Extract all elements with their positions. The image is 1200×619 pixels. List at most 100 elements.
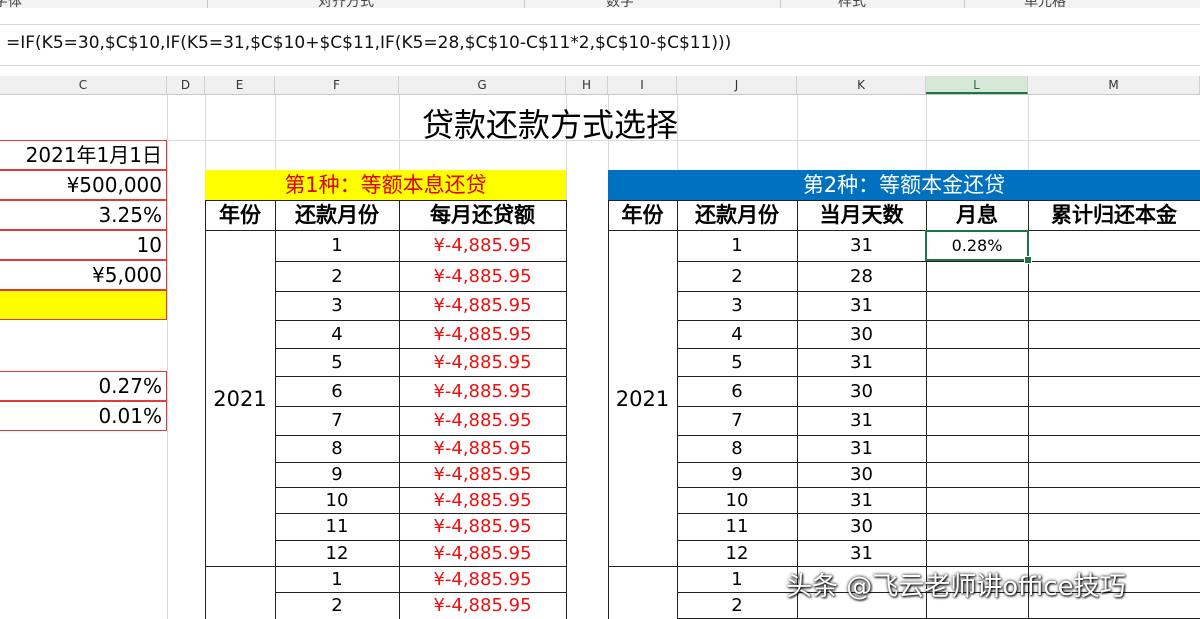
table2-days-cell[interactable]: 31 bbox=[797, 436, 926, 462]
table2-month-cell[interactable]: 5 bbox=[677, 349, 797, 376]
table1-amount-cell[interactable]: ¥-4,885.95 bbox=[399, 321, 566, 348]
table2-days-cell[interactable]: 31 bbox=[797, 231, 926, 261]
column-header-l[interactable]: L bbox=[926, 76, 1028, 94]
table2-days-cell[interactable]: 31 bbox=[797, 349, 926, 376]
table2-year-divider bbox=[608, 566, 677, 567]
table1-month-cell[interactable]: 9 bbox=[275, 463, 399, 487]
table2-days-cell[interactable]: 30 bbox=[797, 377, 926, 406]
column-header-e[interactable]: E bbox=[205, 76, 275, 94]
table2-days-cell[interactable]: 30 bbox=[797, 321, 926, 348]
formula-text[interactable]: =IF(K5=30,$C$10,IF(K5=31,$C$10+$C$11,IF(… bbox=[6, 33, 731, 53]
table1-amount-cell[interactable]: ¥-4,885.95 bbox=[399, 463, 566, 487]
table1-month-cell[interactable]: 1 bbox=[275, 567, 399, 592]
table2-header-year: 年份 bbox=[621, 203, 664, 227]
table1-month-cell[interactable]: 2 bbox=[275, 593, 399, 618]
table2-header-interest: 月息 bbox=[956, 203, 998, 227]
table1-month-cell[interactable]: 7 bbox=[275, 407, 399, 435]
column-header-m[interactable]: M bbox=[1028, 76, 1200, 94]
table2-month-cell[interactable]: 1 bbox=[677, 231, 797, 261]
table2-year-cell[interactable]: 2021 bbox=[608, 387, 677, 411]
ribbon-group-font[interactable]: 字体 bbox=[0, 0, 22, 8]
table1-amount-cell[interactable]: ¥-4,885.95 bbox=[399, 349, 566, 376]
table2-month-cell[interactable]: 12 bbox=[677, 541, 797, 566]
table2-month-cell[interactable]: 1 bbox=[677, 567, 797, 592]
ribbon-group-alignment[interactable]: 对齐方式 bbox=[318, 0, 374, 8]
table1-amount-cell[interactable]: ¥-4,885.95 bbox=[399, 292, 566, 320]
param-diff-interest[interactable]: 0.01% bbox=[0, 401, 167, 431]
table2-days-cell[interactable]: 30 bbox=[797, 514, 926, 540]
table1-month-cell[interactable]: 3 bbox=[275, 292, 399, 320]
table2-month-cell[interactable]: 6 bbox=[677, 377, 797, 406]
table2-col-line bbox=[797, 321, 798, 348]
table2-col-line bbox=[797, 541, 798, 566]
table1-month-cell[interactable]: 8 bbox=[275, 436, 399, 462]
table1-month-cell[interactable]: 1 bbox=[275, 231, 399, 261]
table2-days-cell[interactable]: 28 bbox=[797, 262, 926, 291]
column-header-f[interactable]: F bbox=[275, 76, 399, 94]
table2-days-cell[interactable]: 31 bbox=[797, 292, 926, 320]
table1-month-cell[interactable]: 2 bbox=[275, 262, 399, 291]
table2-col-line bbox=[1028, 463, 1029, 487]
table2-month-cell[interactable]: 9 bbox=[677, 463, 797, 487]
param-daily-interest[interactable]: 0.27% bbox=[0, 371, 167, 401]
ribbon-group-styles[interactable]: 样式 bbox=[838, 0, 866, 8]
table1-amount-cell[interactable]: ¥-4,885.95 bbox=[399, 593, 566, 618]
table1-header-amount: 每月还贷额 bbox=[430, 203, 535, 227]
table1-amount-cell[interactable]: ¥-4,885.95 bbox=[399, 567, 566, 592]
column-header-bar: C D E F G H I J K L M bbox=[0, 76, 1200, 95]
table2-days-cell[interactable]: 31 bbox=[797, 488, 926, 513]
ribbon-group-cells[interactable]: 单元格 bbox=[1024, 0, 1066, 8]
table1-amount-cell[interactable]: ¥-4,885.95 bbox=[399, 262, 566, 291]
column-header-h[interactable]: H bbox=[566, 76, 608, 94]
table2-days-cell[interactable]: 30 bbox=[797, 463, 926, 487]
sheet-title: 贷款还款方式选择 bbox=[421, 106, 678, 144]
table1-amount-cell[interactable]: ¥-4,885.95 bbox=[399, 231, 566, 261]
table1-month-cell[interactable]: 6 bbox=[275, 377, 399, 406]
table2-banner: 第2种：等额本金还贷 bbox=[608, 170, 1200, 200]
table1-month-cell[interactable]: 11 bbox=[275, 514, 399, 540]
table1-month-cell[interactable]: 4 bbox=[275, 321, 399, 348]
table1-month-cell[interactable]: 5 bbox=[275, 349, 399, 376]
table2-header-month: 还款月份 bbox=[695, 203, 779, 227]
table2-month-cell[interactable]: 2 bbox=[677, 262, 797, 291]
table2-col-line bbox=[926, 463, 927, 487]
table1-year-cell[interactable]: 2021 bbox=[205, 387, 275, 411]
table2-month-cell[interactable]: 10 bbox=[677, 488, 797, 513]
column-header-k[interactable]: K bbox=[797, 76, 926, 94]
table2-col-line bbox=[797, 262, 798, 291]
param-start-date[interactable]: 2021年1月1日 bbox=[0, 140, 167, 170]
column-header-d[interactable]: D bbox=[167, 76, 205, 94]
table2-month-cell[interactable]: 3 bbox=[677, 292, 797, 320]
table1-amount-cell[interactable]: ¥-4,885.95 bbox=[399, 436, 566, 462]
table1-amount-cell[interactable]: ¥-4,885.95 bbox=[399, 514, 566, 540]
table1-amount-cell[interactable]: ¥-4,885.95 bbox=[399, 488, 566, 513]
param-rate[interactable]: 3.25% bbox=[0, 200, 167, 230]
table2-month-cell[interactable]: 4 bbox=[677, 321, 797, 348]
table1-amount-cell[interactable]: ¥-4,885.95 bbox=[399, 541, 566, 566]
table2-month-cell[interactable]: 11 bbox=[677, 514, 797, 540]
table1-month-cell[interactable]: 10 bbox=[275, 488, 399, 513]
table1-amount-cell[interactable]: ¥-4,885.95 bbox=[399, 407, 566, 435]
formula-bar[interactable]: =IF(K5=30,$C$10,IF(K5=31,$C$10+$C$11,IF(… bbox=[0, 24, 1200, 66]
fill-handle[interactable] bbox=[1024, 256, 1032, 264]
table2-month-cell[interactable]: 7 bbox=[677, 407, 797, 435]
sheet-grid[interactable]: 贷款还款方式选择 2021年1月1日 ¥500,000 3.25% 10 ¥5,… bbox=[0, 95, 1200, 619]
param-loan-amount[interactable]: ¥500,000 bbox=[0, 170, 167, 200]
ribbon-group-number[interactable]: 数字 bbox=[606, 0, 634, 8]
column-header-j[interactable]: J bbox=[677, 76, 797, 94]
table1-month-cell[interactable]: 12 bbox=[275, 541, 399, 566]
table1-amount-cell[interactable]: ¥-4,885.95 bbox=[399, 377, 566, 406]
column-header-g[interactable]: G bbox=[399, 76, 566, 94]
table2-month-cell[interactable]: 8 bbox=[677, 436, 797, 462]
param-years[interactable]: 10 bbox=[0, 230, 167, 260]
table2-month-cell[interactable]: 2 bbox=[677, 593, 797, 618]
param-principal[interactable]: ¥5,000 bbox=[0, 260, 167, 290]
column-header-c[interactable]: C bbox=[0, 76, 167, 94]
active-cell-l5[interactable] bbox=[925, 230, 1029, 261]
table2-col-line bbox=[926, 377, 927, 406]
column-header-i[interactable]: I bbox=[608, 76, 677, 94]
table2-col-line bbox=[797, 349, 798, 376]
param-highlight-cell[interactable] bbox=[0, 290, 167, 320]
table2-days-cell[interactable]: 31 bbox=[797, 541, 926, 566]
table2-days-cell[interactable]: 31 bbox=[797, 407, 926, 435]
